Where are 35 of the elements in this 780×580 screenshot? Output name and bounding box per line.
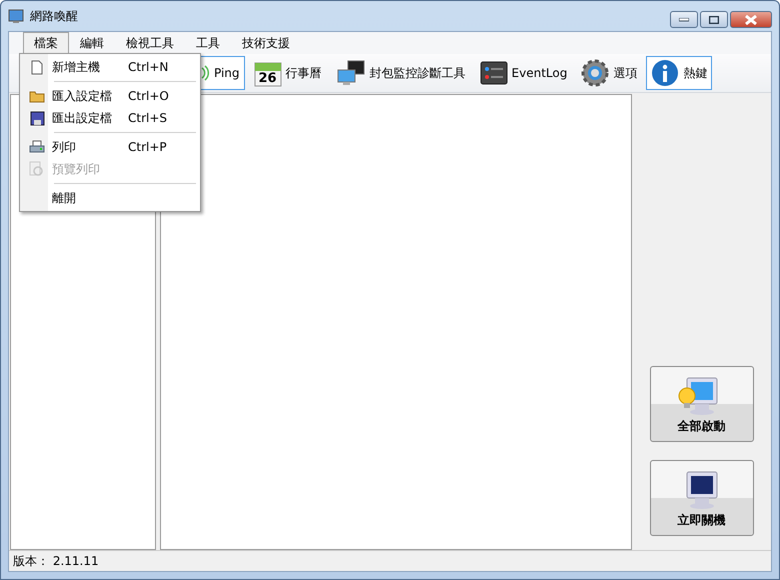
menu-entry[interactable]: 新增主機 Ctrl+N xyxy=(22,56,198,78)
close-icon xyxy=(744,14,758,24)
document-icon xyxy=(31,60,43,74)
magnifier-icon xyxy=(29,161,45,177)
gear-icon xyxy=(581,59,610,87)
menu-entry[interactable]: 匯入設定檔 Ctrl+O xyxy=(22,85,198,107)
minimize-icon xyxy=(679,18,689,22)
menu-entry[interactable]: 離開 xyxy=(22,187,198,209)
toolbar-button[interactable]: 選項 xyxy=(576,56,642,90)
menu-item[interactable]: 工具 xyxy=(185,32,231,54)
app-icon xyxy=(8,8,24,24)
close-button[interactable] xyxy=(730,11,772,28)
menu-item[interactable]: 檢視工具 xyxy=(115,32,185,54)
menu-item[interactable]: 檔案 xyxy=(23,32,69,54)
monitors-icon xyxy=(336,59,366,87)
signal-waves-icon xyxy=(200,65,210,81)
version-text: 版本： 2.11.11 xyxy=(13,552,99,570)
toolbar-button[interactable]: 熱鍵 xyxy=(646,56,712,90)
action-button[interactable]: 全部啟動 xyxy=(650,366,754,442)
folder-icon xyxy=(29,89,45,103)
log-window-icon xyxy=(480,61,508,85)
window-title: 網路喚醒 xyxy=(30,8,79,24)
menu-item[interactable]: 技術支援 xyxy=(231,32,301,54)
menu-entry[interactable]: 列印 Ctrl+P xyxy=(22,136,198,158)
maximize-icon xyxy=(709,16,719,24)
toolbar-button[interactable]: 封包監控診斷工具 xyxy=(330,56,471,90)
menu-entry[interactable]: 匯出設定檔 Ctrl+S xyxy=(22,107,198,129)
action-button[interactable]: 立即關機 xyxy=(650,460,754,536)
toolbar-button[interactable]: EventLog xyxy=(474,56,572,90)
maximize-button[interactable] xyxy=(700,11,728,28)
toolbar-button[interactable]: 26 行事曆 xyxy=(248,56,327,90)
info-icon xyxy=(651,59,680,87)
printer-icon xyxy=(29,140,45,154)
menu-item[interactable]: 編輯 xyxy=(69,32,115,54)
minimize-button[interactable] xyxy=(670,11,698,28)
